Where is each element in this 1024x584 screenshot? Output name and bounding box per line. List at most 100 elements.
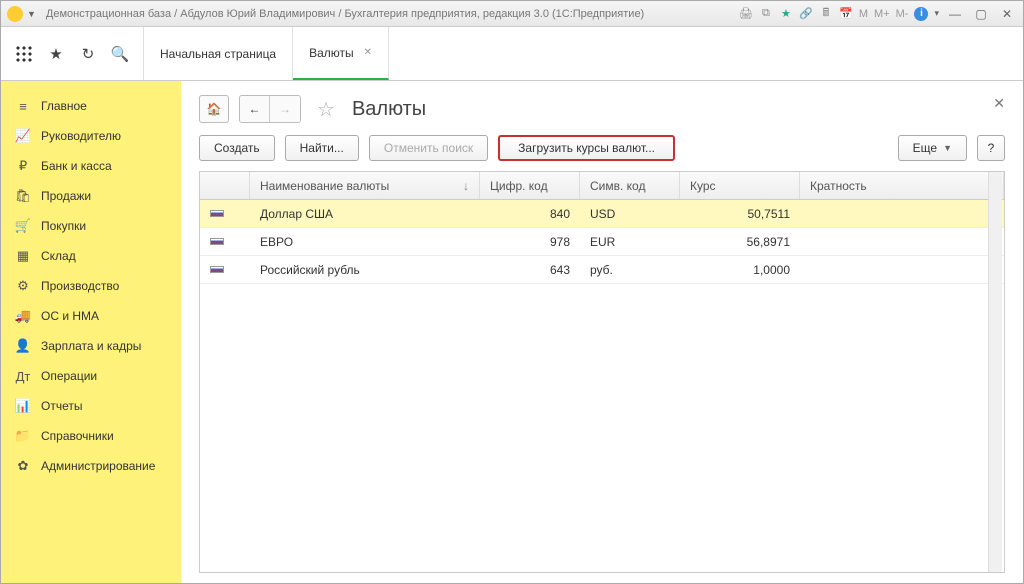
minimize-button[interactable]: —	[945, 6, 965, 22]
table-row[interactable]: ЕВРО978EUR56,8971	[200, 228, 1004, 256]
sidebar-item-6[interactable]: ⚙ Производство	[1, 271, 181, 301]
mem-m[interactable]: M	[859, 8, 868, 20]
cell-rate: 50,7511	[680, 200, 800, 227]
col-num[interactable]: Цифр. код	[480, 172, 580, 199]
sidebar-item-8[interactable]: 👤Зарплата и кадры	[1, 331, 181, 361]
col-rate[interactable]: Курс	[680, 172, 800, 199]
help-button[interactable]: ?	[977, 135, 1005, 161]
sidebar-item-icon: ≡	[15, 98, 31, 114]
sidebar-item-5[interactable]: ▦Склад	[1, 241, 181, 271]
sidebar-item-10[interactable]: 📊 Отчеты	[1, 391, 181, 421]
table-header: Наименование валюты↓ Цифр. код Симв. код…	[200, 172, 1004, 200]
find-button[interactable]: Найти...	[285, 135, 359, 161]
sidebar-item-label: ОС и НМА	[41, 309, 99, 323]
cell-sym: USD	[580, 200, 680, 227]
sidebar-item-9[interactable]: ДтОперации	[1, 361, 181, 391]
sidebar-item-label: Зарплата и кадры	[41, 339, 141, 353]
back-button[interactable]: ←	[240, 96, 270, 122]
sidebar-item-12[interactable]: ✿Администрирование	[1, 451, 181, 481]
currency-flag-icon	[210, 238, 224, 245]
link-icon[interactable]: 🔗	[799, 7, 813, 21]
table-row[interactable]: Российский рубль643руб.1,0000	[200, 256, 1004, 284]
mem-mplus[interactable]: M+	[874, 8, 890, 20]
table-row[interactable]: Доллар США840USD50,7511	[200, 200, 1004, 228]
sidebar-item-icon: ⚙	[15, 278, 31, 294]
window-title: Демонстрационная база / Абдулов Юрий Вла…	[46, 8, 735, 20]
cell-rate: 1,0000	[680, 256, 800, 283]
currency-flag-icon	[210, 210, 224, 217]
col-mult[interactable]: Кратность	[800, 172, 1004, 199]
sidebar-item-icon: ▦	[15, 248, 31, 264]
tab-currencies-label: Валюты	[309, 46, 354, 60]
tool-icons: ★ ↻ 🔍	[1, 27, 144, 80]
tab-currencies[interactable]: Валюты ✕	[293, 27, 389, 80]
sidebar-item-label: Справочники	[41, 429, 114, 443]
cell-mult	[800, 228, 1004, 255]
sidebar-item-7[interactable]: 🚚 ОС и НМА	[1, 301, 181, 331]
sidebar-item-3[interactable]: 🛍Продажи	[1, 181, 181, 211]
favorite-page-icon[interactable]: ☆	[317, 97, 335, 122]
sidebar-item-icon: 📈	[15, 128, 31, 144]
forward-button[interactable]: →	[270, 96, 300, 122]
col-name[interactable]: Наименование валюты↓	[250, 172, 480, 199]
sidebar-item-label: Руководителю	[41, 129, 121, 143]
sidebar: ≡Главное 📈 Руководителю ₽ Банк и касса 🛍Прода…	[1, 81, 181, 583]
sidebar-item-label: Отчеты	[41, 399, 82, 413]
compare-icon[interactable]: ⧉	[759, 7, 773, 21]
sidebar-item-icon: ✿	[15, 458, 31, 474]
sidebar-item-icon: 🚚	[15, 308, 31, 324]
toolbar: ★ ↻ 🔍 Начальная страница Валюты ✕	[1, 27, 1023, 81]
favorite-toggle-icon[interactable]: ★	[779, 7, 793, 21]
col-sym[interactable]: Симв. код	[580, 172, 680, 199]
content: ✕ 🏠 ← → ☆ Валюты Создать Найти... Отмени…	[181, 81, 1023, 583]
cell-mult	[800, 256, 1004, 283]
cancel-find-button[interactable]: Отменить поиск	[369, 135, 488, 161]
cell-name: ЕВРО	[250, 228, 480, 255]
more-button[interactable]: Еще▼	[898, 135, 967, 161]
calendar-icon[interactable]: 📅	[839, 7, 853, 21]
page-close-icon[interactable]: ✕	[993, 95, 1005, 112]
load-rates-button[interactable]: Загрузить курсы валют...	[498, 135, 675, 161]
sidebar-item-2[interactable]: ₽ Банк и касса	[1, 151, 181, 181]
sidebar-item-11[interactable]: 📁Справочники	[1, 421, 181, 451]
vertical-scrollbar[interactable]	[988, 172, 1002, 572]
sidebar-item-icon: Дт	[15, 368, 31, 384]
print-icon[interactable]: 🖨	[739, 7, 753, 21]
create-button[interactable]: Создать	[199, 135, 275, 161]
sidebar-item-icon: ₽	[15, 158, 31, 174]
titlebar-right: 🖨 ⧉ ★ 🔗 🖩 📅 M M+ M- i ▾ — ▢ ✕	[739, 6, 1017, 22]
cell-rate: 56,8971	[680, 228, 800, 255]
sidebar-item-icon: 🛍	[15, 188, 31, 204]
maximize-button[interactable]: ▢	[971, 6, 991, 22]
history-icon[interactable]: ↻	[79, 45, 97, 63]
close-window-button[interactable]: ✕	[997, 6, 1017, 22]
cell-num: 978	[480, 228, 580, 255]
currency-flag-icon	[210, 266, 224, 273]
sidebar-item-label: Банк и касса	[41, 159, 112, 173]
sidebar-item-4[interactable]: 🛒Покупки	[1, 211, 181, 241]
sidebar-item-label: Производство	[41, 279, 119, 293]
info-icon[interactable]: i	[914, 7, 928, 21]
info-dropdown[interactable]: ▾	[934, 8, 939, 19]
sidebar-item-1[interactable]: 📈 Руководителю	[1, 121, 181, 151]
calc-icon[interactable]: 🖩	[819, 7, 833, 21]
sidebar-item-0[interactable]: ≡Главное	[1, 91, 181, 121]
cell-num: 643	[480, 256, 580, 283]
col-icon[interactable]	[200, 172, 250, 199]
search-icon[interactable]: 🔍	[111, 45, 129, 63]
main-area: ≡Главное 📈 Руководителю ₽ Банк и касса 🛍Прода…	[1, 81, 1023, 583]
row-icon-cell	[200, 200, 250, 227]
app-menu-dropdown[interactable]: ▼	[27, 9, 36, 19]
star-icon[interactable]: ★	[47, 45, 65, 63]
sort-icon: ↓	[463, 179, 469, 193]
tab-home[interactable]: Начальная страница	[144, 27, 293, 80]
cell-mult	[800, 200, 1004, 227]
sidebar-item-label: Покупки	[41, 219, 86, 233]
nav-group: ← →	[239, 95, 301, 123]
sidebar-item-icon: 📊	[15, 398, 31, 414]
apps-icon[interactable]	[15, 45, 33, 63]
tab-close-icon[interactable]: ✕	[364, 47, 372, 58]
home-button[interactable]: 🏠	[199, 95, 229, 123]
currency-table: Наименование валюты↓ Цифр. код Симв. код…	[199, 171, 1005, 573]
mem-mminus[interactable]: M-	[896, 8, 909, 20]
